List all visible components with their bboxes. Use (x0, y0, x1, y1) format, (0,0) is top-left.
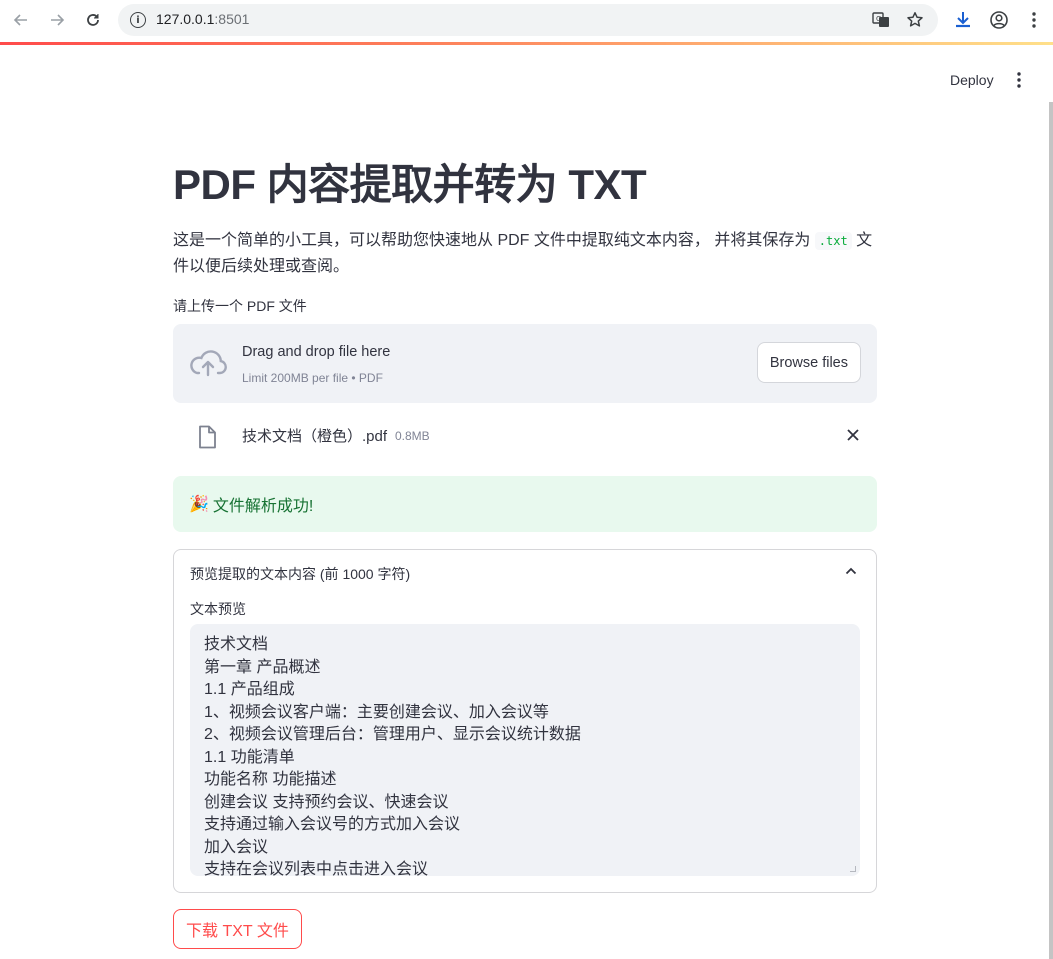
preview-line: 创建会议 支持预约会议、快速会议 (204, 793, 449, 811)
uploaded-file-row: 技术文档（橙色）.pdf 0.8MB (173, 403, 877, 465)
forward-arrow-icon[interactable] (44, 7, 70, 33)
file-icon (199, 425, 216, 449)
file-dropzone[interactable]: Drag and drop file here Limit 200MB per … (173, 324, 877, 403)
main-container: PDF 内容提取并转为 TXT 这是一个简单的小工具，可以帮助您快速地从 PDF… (173, 150, 877, 949)
chevron-up-icon[interactable] (840, 560, 862, 582)
page-description: 这是一个简单的小工具，可以帮助您快速地从 PDF 文件中提取纯文本内容， 并将其… (173, 228, 873, 280)
text-preview-textarea[interactable]: 技术文档 第一章 产品概述 1.1 产品组成 1、视频会议客户端：主要创建会议、… (190, 624, 860, 876)
reload-icon[interactable] (80, 7, 106, 33)
page-title: PDF 内容提取并转为 TXT (173, 161, 647, 208)
site-info-icon[interactable]: i (130, 12, 146, 28)
app-loading-bar (0, 42, 1053, 45)
preview-line: 功能名称 功能描述 (204, 771, 337, 788)
translate-icon[interactable]: G (870, 10, 892, 30)
preview-line: 1.1 功能清单 (204, 748, 295, 766)
cloud-upload-icon (190, 350, 227, 377)
preview-line: 支持通过输入会议号的方式加入会议 (204, 816, 461, 833)
preview-line: 2、视频会议管理后台：管理用户、显示会议统计数据 (204, 726, 581, 743)
svg-text:G: G (876, 15, 881, 23)
remove-file-icon[interactable] (841, 423, 865, 447)
preview-line: 第一章 产品概述 (204, 658, 321, 676)
description-text: 这是一个简单的小工具，可以帮助您快速地从 PDF 文件中提取纯文本内容， 并将其… (173, 232, 815, 249)
deploy-button[interactable]: Deploy (940, 66, 1004, 94)
dropzone-limit-text: Limit 200MB per file • PDF (242, 371, 383, 385)
preview-line: 技术文档 (204, 636, 269, 653)
url-text: 127.0.0.1:8501 (156, 11, 250, 27)
download-txt-button[interactable]: 下载 TXT 文件 (173, 909, 302, 949)
expander-header[interactable]: 预览提取的文本内容 (前 1000 字符) (190, 564, 410, 584)
party-popper-icon: 🎉 (189, 496, 209, 513)
success-alert: 🎉 文件解析成功! (173, 476, 877, 532)
back-arrow-icon[interactable] (8, 7, 34, 33)
bookmark-star-icon[interactable] (904, 10, 926, 30)
preview-line: 1.1 产品组成 (204, 681, 295, 698)
upload-label: 请上传一个 PDF 文件 (173, 298, 307, 314)
uploaded-file-name: 技术文档（橙色）.pdf (242, 428, 388, 445)
scrollbar[interactable] (1049, 102, 1053, 959)
address-bar[interactable]: i 127.0.0.1:8501 G (118, 4, 938, 36)
profile-icon[interactable] (987, 8, 1011, 32)
preview-line: 1、视频会议客户端：主要创建会议、加入会议等 (204, 703, 549, 721)
app-menu-icon[interactable] (1007, 66, 1031, 94)
textarea-label: 文本预览 (190, 601, 246, 617)
preview-line: 支持在会议列表中点击进入会议 (204, 861, 429, 876)
dropzone-title: Drag and drop file here (242, 344, 391, 360)
preview-expander: 预览提取的文本内容 (前 1000 字符) 文本预览 技术文档 第一章 产品概述… (173, 549, 877, 893)
txt-code-snippet: .txt (814, 232, 852, 250)
browser-toolbar: i 127.0.0.1:8501 G (0, 0, 1053, 42)
uploaded-file-size: 0.8MB (395, 429, 430, 443)
success-message: 文件解析成功! (212, 498, 314, 515)
preview-line: 加入会议 (204, 838, 269, 856)
download-icon[interactable] (951, 8, 975, 32)
browse-files-button[interactable]: Browse files (756, 342, 861, 383)
textarea-resize-handle[interactable] (850, 866, 856, 872)
browser-menu-icon[interactable] (1022, 8, 1046, 32)
